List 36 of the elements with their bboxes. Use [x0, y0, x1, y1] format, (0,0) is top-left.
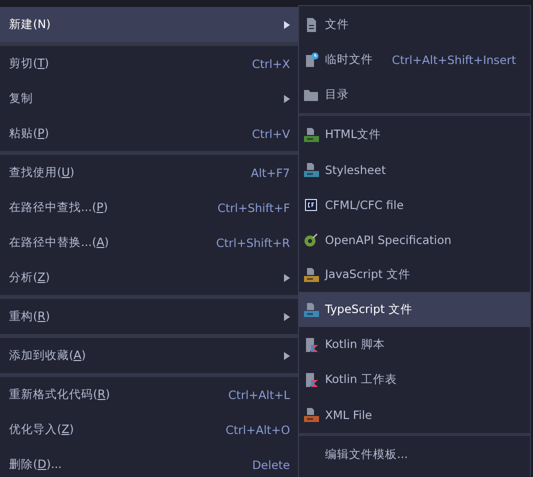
menu-item[interactable]: 在路径中查找...(P) Ctrl+Shift+F [0, 190, 298, 225]
menu-item[interactable]: 查找使用(U) Alt+F7 [0, 155, 298, 190]
menu-item[interactable]: 分析(Z) [0, 260, 298, 295]
menu-item[interactable]: 粘贴(P) Ctrl+V [0, 116, 298, 151]
submenu-item[interactable]: JavaScript 文件 [299, 257, 530, 292]
menu-item[interactable]: 优化导入(Z) Ctrl+Alt+O [0, 412, 298, 447]
menu-item[interactable]: 在路径中替换...(A) Ctrl+Shift+R [0, 225, 298, 260]
submenu-item[interactable]: 文件 [299, 7, 530, 42]
menu-item[interactable]: 复制 [0, 81, 298, 116]
submenu-item[interactable]: 目录 [299, 77, 530, 112]
kotlin-file-icon [303, 372, 319, 388]
html-file-icon [303, 126, 319, 142]
submenu-item[interactable]: 临时文件 Ctrl+Alt+Shift+Insert [299, 42, 530, 77]
css-file-icon [303, 162, 319, 178]
submenu-item[interactable]: Kotlin 脚本 [299, 327, 530, 362]
submenu-item[interactable]: OpenAPI Specification [299, 222, 530, 257]
kotlin-file-icon [303, 336, 319, 352]
menu-item[interactable]: 新建(N) [0, 7, 298, 42]
menu-item[interactable]: 重新格式化代码(R) Ctrl+Alt+L [0, 377, 298, 412]
menu-item[interactable]: 添加到收藏(A) [0, 338, 298, 373]
submenu-item[interactable]: TypeScript 文件 [299, 292, 530, 327]
menu-item[interactable]: 删除(D)... Delete [0, 447, 298, 477]
file-clock-icon [303, 52, 319, 68]
menu-item[interactable]: 剪切(T) Ctrl+X [0, 46, 298, 81]
xml-file-icon [303, 406, 319, 422]
submenu-item[interactable]: Kotlin 工作表 [299, 362, 530, 397]
submenu-item[interactable]: Stylesheet [299, 152, 530, 187]
cf-file-icon [303, 196, 319, 212]
openapi-icon [303, 232, 319, 248]
ts-file-icon [303, 302, 319, 318]
submenu-item[interactable]: XML File [299, 397, 530, 432]
submenu-item[interactable]: 编辑文件模板... [299, 437, 530, 472]
submenu-item[interactable]: CFML/CFC file [299, 187, 530, 222]
js-file-icon [303, 266, 319, 282]
menu-item[interactable]: 重构(R) [0, 299, 298, 334]
submenu-item[interactable]: HTML文件 [299, 117, 530, 152]
